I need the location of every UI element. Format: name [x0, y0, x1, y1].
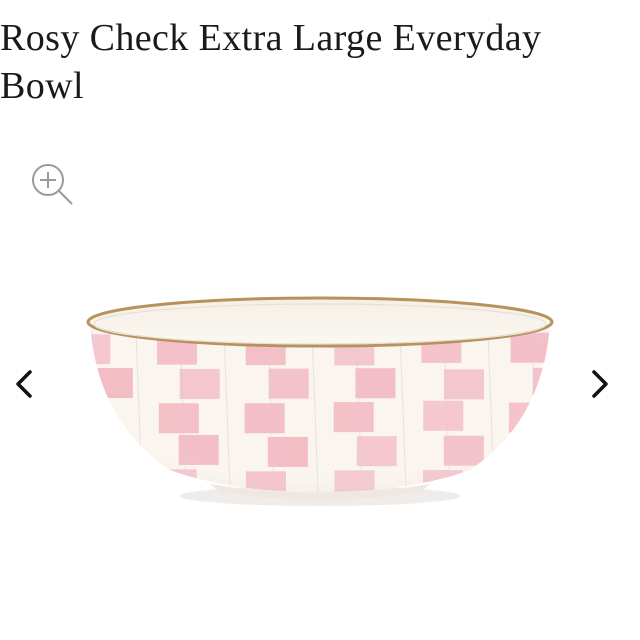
- bowl-image: [60, 270, 580, 520]
- check-square: [532, 437, 572, 467]
- chevron-left-icon: [8, 364, 38, 404]
- zoom-in-button[interactable]: [28, 160, 76, 208]
- product-title: Rosy Check Extra Large Everyday Bowl: [0, 14, 630, 110]
- previous-image-button[interactable]: [8, 364, 38, 404]
- zoom-in-icon: [28, 160, 76, 208]
- product-image: [60, 270, 580, 520]
- check-square: [69, 469, 109, 499]
- check-square: [511, 469, 551, 499]
- check-square: [91, 435, 131, 465]
- next-image-button[interactable]: [586, 364, 616, 404]
- chevron-right-icon: [586, 364, 616, 404]
- check-square: [69, 402, 109, 432]
